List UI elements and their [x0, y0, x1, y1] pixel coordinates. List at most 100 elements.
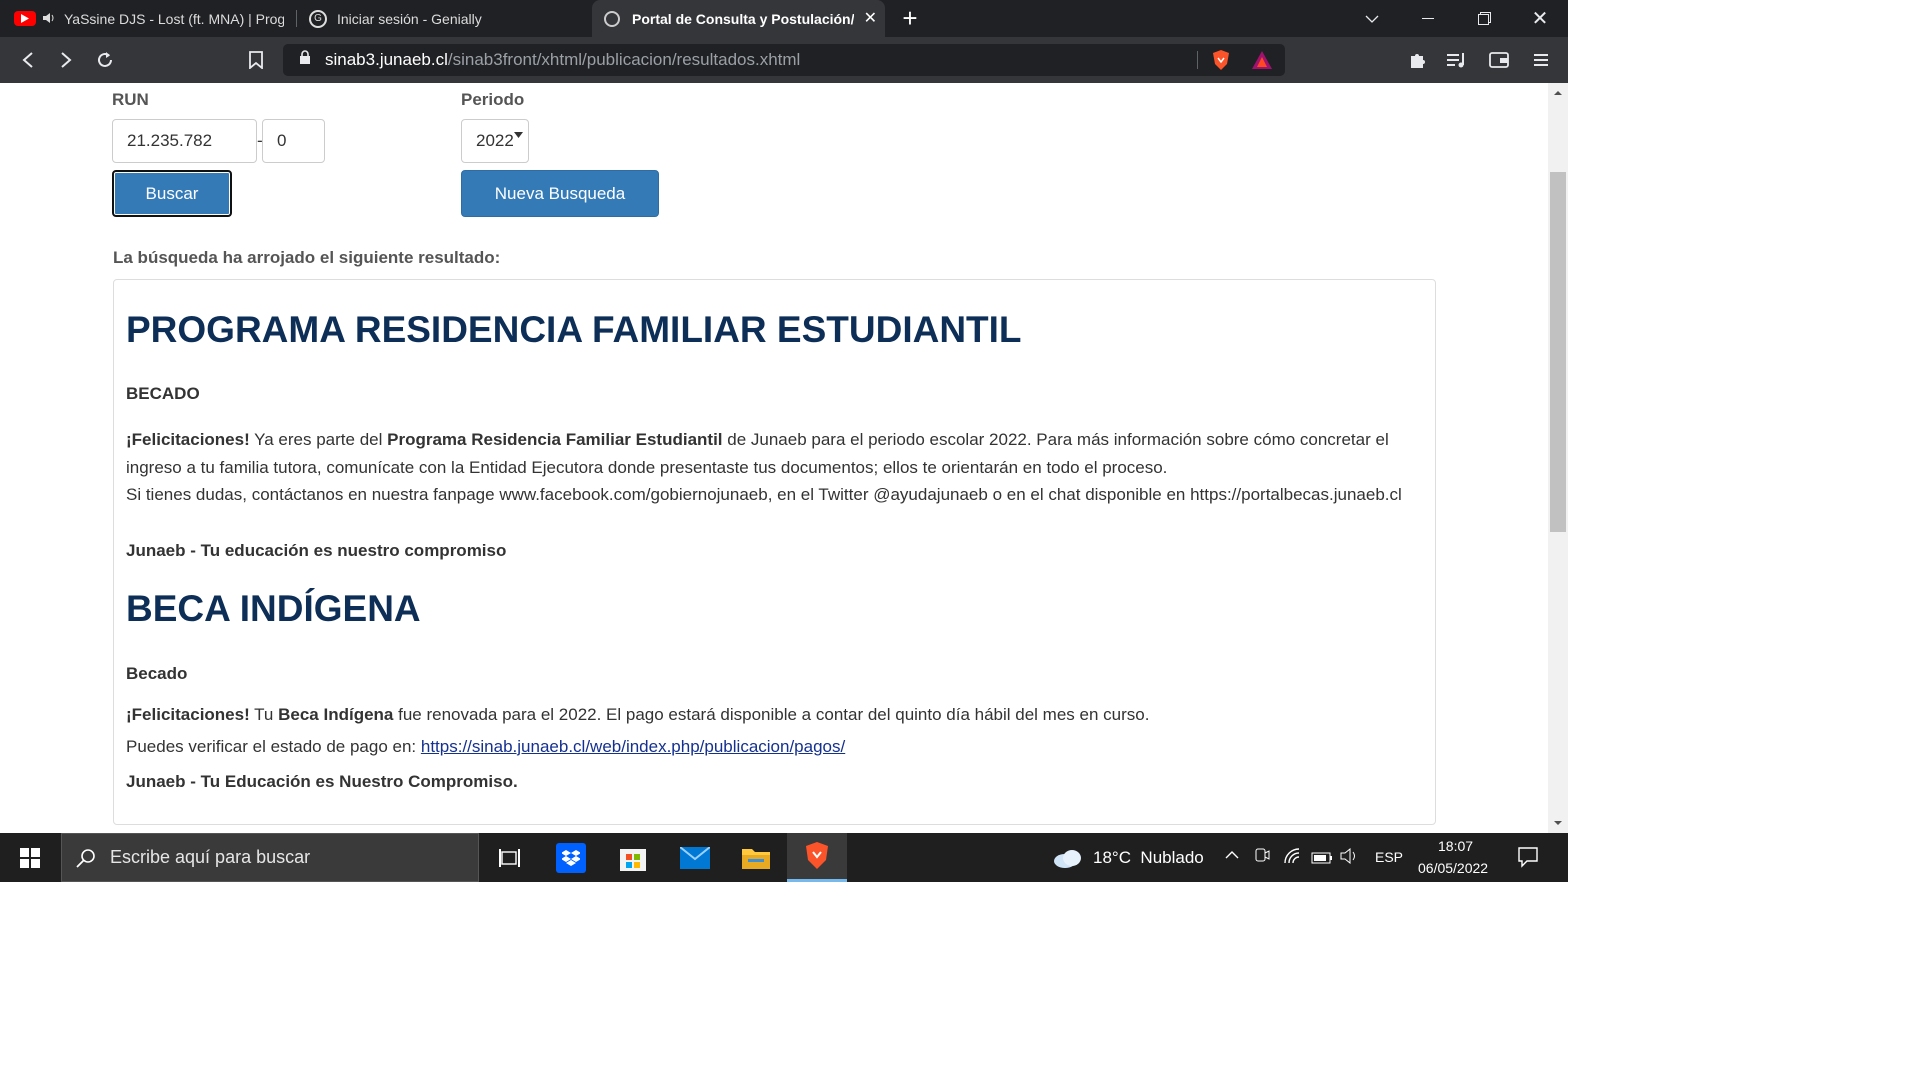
browser-toolbar: sinab3.junaeb.cl/sinab3front/xhtml/publi…	[0, 37, 1568, 83]
program-title: BECA INDÍGENA	[126, 588, 421, 629]
dropdown-arrow-icon	[514, 132, 523, 138]
volume-icon[interactable]	[1340, 847, 1360, 868]
program-footer: Junaeb - Tu Educación es Nuestro Comprom…	[126, 772, 518, 791]
program-footer: Junaeb - Tu educación es nuestro comprom…	[126, 541, 507, 560]
nueva-busqueda-button[interactable]: Nueva Busqueda	[461, 170, 659, 217]
forward-button[interactable]	[53, 47, 79, 73]
search-icon	[76, 848, 95, 868]
tab-strip: YaSsine DJS - Lost (ft. MNA) | Prog G In…	[0, 0, 1568, 37]
text-span: Ya eres parte del	[249, 430, 388, 449]
program-status: Becado	[126, 664, 188, 683]
meet-icon[interactable]	[1254, 847, 1270, 869]
weather-text: 18°C Nublado	[1093, 847, 1204, 867]
task-view-button[interactable]	[480, 833, 540, 882]
program-message-line1: ¡Felicitaciones! Ya eres parte del Progr…	[126, 426, 1389, 453]
clock-date[interactable]: 06/05/2022	[1418, 860, 1488, 876]
tab-title: Portal de Consulta y Postulación/	[632, 10, 854, 27]
language-indicator[interactable]: ESP	[1375, 849, 1403, 865]
close-icon[interactable]: ✕	[864, 8, 877, 28]
start-button[interactable]	[0, 833, 60, 882]
clock-time[interactable]: 18:07	[1438, 838, 1473, 854]
wallet-button[interactable]	[1486, 47, 1512, 73]
scroll-thumb[interactable]	[1550, 172, 1566, 532]
tab-genially[interactable]: G Iniciar sesión - Genially	[297, 0, 590, 37]
windows-taskbar: Escribe aquí para buscar 18°C Nublado ES…	[0, 833, 1568, 882]
weather-widget[interactable]: 18°C Nublado	[1053, 833, 1204, 882]
program-message-line2: Puedes verificar el estado de pago en: h…	[126, 733, 845, 760]
program-message-line2: ingreso a tu familia tutora, comunícate …	[126, 458, 1168, 477]
scroll-down-icon[interactable]	[1548, 817, 1568, 829]
notifications-icon[interactable]	[1517, 846, 1539, 872]
bookmark-button[interactable]	[243, 47, 269, 73]
program-message-line1: ¡Felicitaciones! Tu Beca Indígena fue re…	[126, 701, 1149, 728]
run-input[interactable]: 21.235.782	[112, 119, 257, 163]
puzzle-icon	[1411, 54, 1425, 68]
battery-icon[interactable]	[1311, 851, 1333, 868]
mail-icon	[680, 846, 710, 869]
taskbar-search-placeholder: Escribe aquí para buscar	[110, 847, 311, 867]
task-view-icon	[499, 848, 520, 867]
playlist-icon	[1447, 53, 1464, 68]
close-window-button[interactable]: ✕	[1512, 0, 1568, 37]
dv-input[interactable]: 0	[262, 119, 325, 163]
text-span: de Junaeb para el periodo escolar 2022. …	[722, 430, 1389, 449]
speaker-icon[interactable]	[42, 11, 56, 27]
back-button[interactable]	[15, 47, 41, 73]
brave-app[interactable]	[787, 833, 847, 882]
tab-search-button[interactable]	[1344, 0, 1400, 37]
hamburger-icon	[1534, 54, 1548, 66]
reload-icon	[98, 52, 112, 67]
dropbox-icon	[556, 842, 586, 873]
congrats-text: ¡Felicitaciones!	[126, 705, 250, 724]
program-name: Programa Residencia Familiar Estudiantil	[387, 430, 723, 449]
pagos-link[interactable]: https://sinab.junaeb.cl/web/index.php/pu…	[421, 737, 845, 756]
text-span: Tu	[249, 705, 279, 724]
brave-rewards-icon[interactable]	[1251, 50, 1273, 70]
tray-chevron-icon[interactable]	[1225, 847, 1239, 864]
brave-icon	[806, 842, 828, 869]
minimize-button[interactable]	[1400, 0, 1456, 37]
mail-app[interactable]	[665, 833, 725, 882]
tab-portal[interactable]: Portal de Consulta y Postulación/ ✕	[592, 0, 885, 37]
periodo-select[interactable]: 2022	[461, 119, 529, 163]
restore-button[interactable]	[1456, 0, 1512, 37]
text-span: fue renovada para el 2022. El pago estar…	[393, 705, 1150, 724]
url-host: sinab3.junaeb.cl	[325, 50, 448, 69]
dropbox-app[interactable]	[541, 833, 601, 882]
tab-title: YaSsine DJS - Lost (ft. MNA) | Prog	[64, 10, 284, 27]
lock-icon	[299, 50, 311, 70]
wallet-icon	[1489, 52, 1509, 68]
tab-title: Iniciar sesión - Genially	[337, 10, 482, 27]
brave-shields-icon[interactable]	[1211, 49, 1231, 71]
periodo-value: 2022	[476, 131, 514, 150]
media-button[interactable]	[1444, 47, 1470, 73]
folder-icon	[742, 848, 770, 869]
bookmark-icon	[249, 51, 263, 69]
extensions-button[interactable]	[1405, 47, 1431, 73]
congrats-text: ¡Felicitaciones!	[126, 430, 250, 449]
chevron-down-icon	[1365, 15, 1379, 23]
scroll-up-icon[interactable]	[1548, 87, 1568, 99]
text-span: Puedes verificar el estado de pago en:	[126, 737, 421, 756]
globe-icon	[604, 10, 620, 27]
url-path: /sinab3front/xhtml/publicacion/resultado…	[447, 50, 801, 69]
run-label: RUN	[112, 90, 149, 109]
forward-arrow-icon	[61, 52, 72, 68]
program-status: BECADO	[126, 384, 200, 403]
program-title: PROGRAMA RESIDENCIA FAMILIAR ESTUDIANTIL	[126, 309, 1022, 350]
new-tab-button[interactable]: +	[897, 4, 923, 32]
taskbar-search[interactable]: Escribe aquí para buscar	[61, 833, 479, 882]
program-name: Beca Indígena	[278, 705, 394, 724]
wifi-icon[interactable]	[1284, 848, 1302, 868]
menu-button[interactable]	[1528, 47, 1554, 73]
address-bar[interactable]: sinab3.junaeb.cl/sinab3front/xhtml/publi…	[283, 44, 1285, 76]
periodo-label: Periodo	[461, 90, 525, 109]
file-explorer-app[interactable]	[726, 833, 786, 882]
result-intro: La búsqueda ha arrojado el siguiente res…	[113, 248, 501, 267]
page-content: RUN 21.235.782 - 0 Periodo 2022 Buscar N…	[0, 83, 1548, 833]
cloud-icon	[1054, 849, 1081, 868]
reload-button[interactable]	[92, 47, 118, 73]
tab-youtube[interactable]: YaSsine DJS - Lost (ft. MNA) | Prog	[0, 0, 295, 37]
buscar-button[interactable]: Buscar	[112, 170, 232, 217]
store-app[interactable]	[603, 833, 663, 882]
